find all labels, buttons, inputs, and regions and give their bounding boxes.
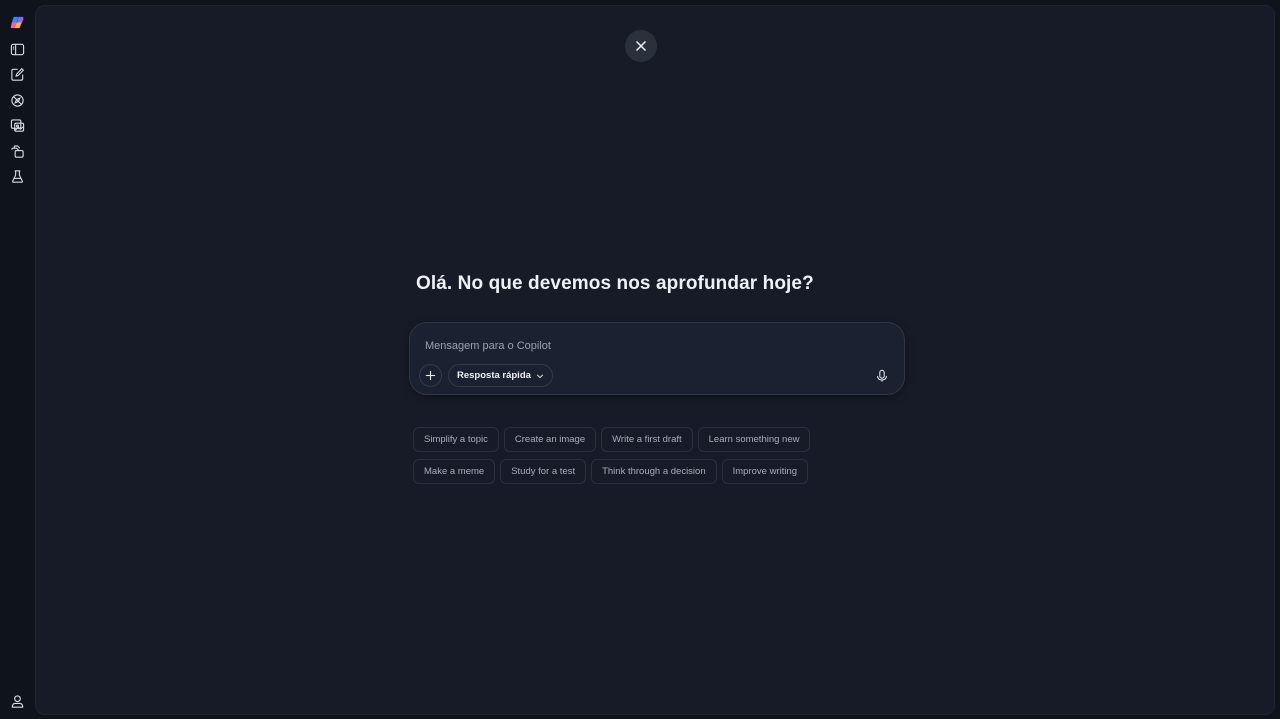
- compass-icon[interactable]: [7, 90, 27, 110]
- suggestion-chip[interactable]: Learn something new: [697, 427, 811, 452]
- suggestions-row-1: Simplify a topic Create an image Write a…: [413, 427, 811, 452]
- image-gallery-icon[interactable]: [7, 115, 27, 135]
- response-mode-label: Resposta rápida: [457, 370, 531, 381]
- plus-icon: [425, 370, 436, 381]
- add-attachment-button[interactable]: [419, 364, 442, 387]
- chat-main-panel: Olá. No que devemos nos aprofundar hoje?…: [35, 5, 1275, 715]
- composer: Resposta rápida: [409, 322, 905, 395]
- compose-icon[interactable]: [7, 64, 27, 84]
- microphone-button[interactable]: [872, 366, 892, 386]
- close-button[interactable]: [625, 30, 657, 62]
- suggestion-chip[interactable]: Simplify a topic: [413, 427, 499, 452]
- response-mode-dropdown[interactable]: Resposta rápida: [448, 364, 553, 387]
- message-input[interactable]: [423, 335, 867, 357]
- user-icon[interactable]: [7, 691, 27, 711]
- suggestion-chip[interactable]: Study for a test: [500, 459, 587, 484]
- close-icon: [635, 40, 647, 52]
- copilot-logo-icon[interactable]: [7, 12, 27, 32]
- suggestion-chip[interactable]: Write a first draft: [601, 427, 693, 452]
- suggestion-chip[interactable]: Make a meme: [413, 459, 496, 484]
- chevron-down-icon: [536, 373, 544, 378]
- microphone-icon: [877, 369, 887, 382]
- suggestion-chip[interactable]: Create an image: [503, 427, 597, 452]
- greeting-heading: Olá. No que devemos nos aprofundar hoje?: [416, 273, 814, 294]
- flask-icon[interactable]: [7, 166, 27, 186]
- suggestions-row-2: Make a meme Study for a test Think throu…: [413, 459, 809, 484]
- copy-pages-icon[interactable]: [7, 141, 27, 161]
- suggestion-chip[interactable]: Think through a decision: [591, 459, 717, 484]
- left-rail: [0, 0, 35, 719]
- sidebar-panel-icon[interactable]: [7, 39, 27, 59]
- suggestion-chip[interactable]: Improve writing: [721, 459, 809, 484]
